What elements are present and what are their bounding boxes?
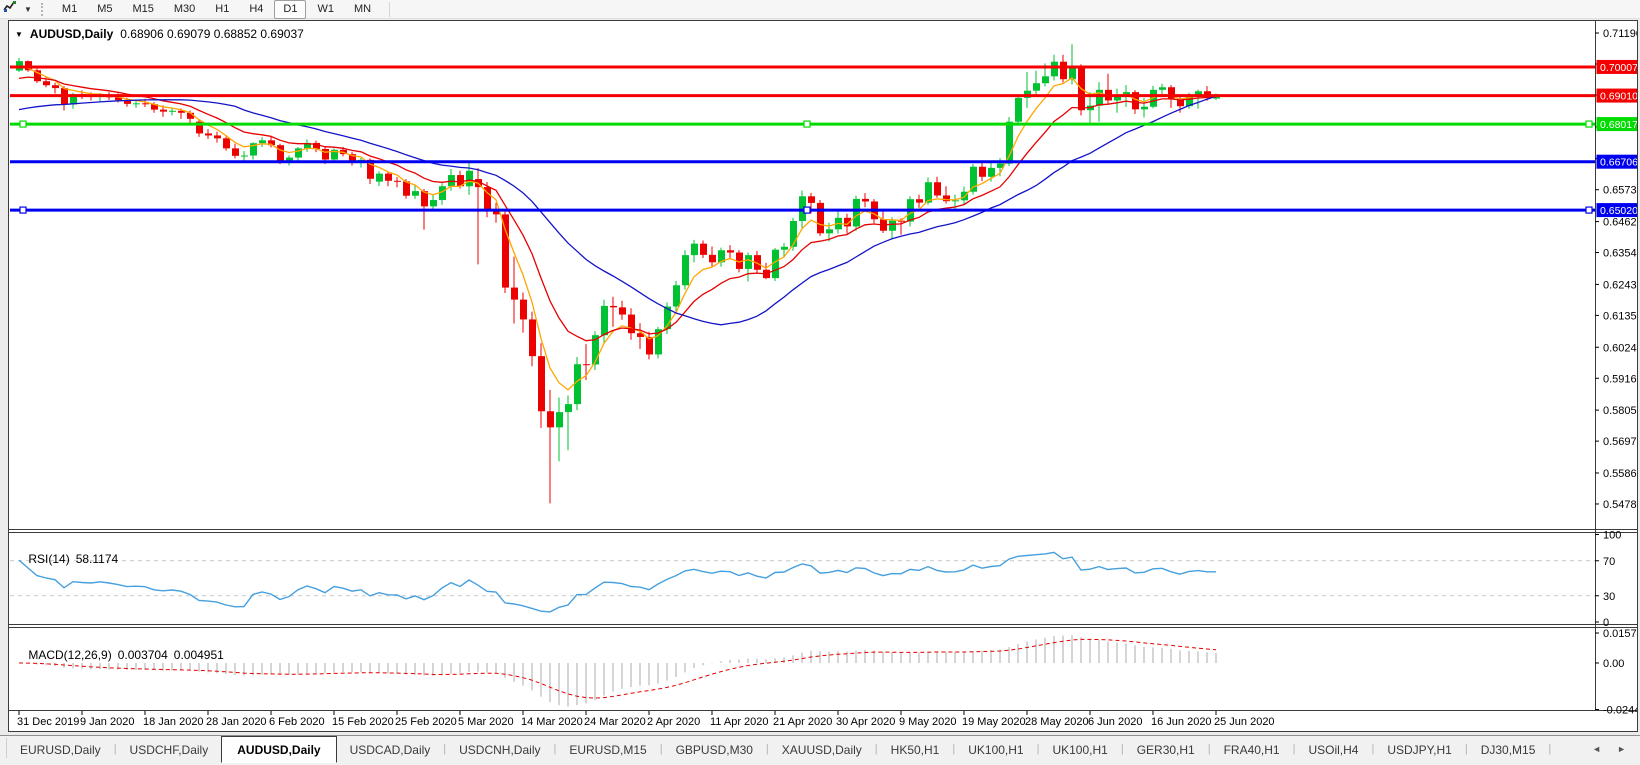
price-tick-label: 0.55860 <box>1603 468 1637 480</box>
rsi-tick-label: 30 <box>1603 591 1615 603</box>
price-badge-text: 0.69010 <box>1600 91 1637 103</box>
date-label: 5 Mar 2020 <box>458 716 514 728</box>
rsi-line <box>18 551 1216 613</box>
date-label: 6 Feb 2020 <box>269 716 325 728</box>
tab-scroll-right-icon[interactable]: ► <box>1617 744 1626 754</box>
hline-handle[interactable] <box>19 120 27 128</box>
price-badge-0.66706: 0.66706 <box>1596 154 1640 169</box>
price-badge-0.69010: 0.69010 <box>1596 88 1640 103</box>
macd-tick-label: 0.00 <box>1603 658 1624 670</box>
timeframe-button-m30[interactable]: M30 <box>165 0 204 19</box>
date-label: 28 May 2020 <box>1025 716 1089 728</box>
chart-tab[interactable]: GER30,H1 <box>1124 740 1208 760</box>
price-tick-label: 0.62430 <box>1603 279 1637 291</box>
chart-tab-bar: EURUSD,Daily | USDCHF,Daily AUDUSD,Daily USD… <box>0 735 1640 765</box>
chart-cursor-icon[interactable] <box>3 0 18 19</box>
timeframe-button-mn[interactable]: MN <box>345 0 380 19</box>
price-tick-label: 0.59160 <box>1603 373 1637 385</box>
date-label: 9 Jan 2020 <box>80 716 134 728</box>
chart-tab[interactable]: USDCAD,Daily <box>337 740 444 760</box>
date-label: 9 May 2020 <box>899 716 956 728</box>
macd-tick-label: -0.024412 <box>1603 705 1637 717</box>
date-label: 16 Jun 2020 <box>1151 716 1212 728</box>
date-label: 19 May 2020 <box>962 716 1026 728</box>
price-badge-text: 0.66706 <box>1600 157 1637 169</box>
rsi-tick-label: 100 <box>1603 530 1621 542</box>
chart-tab[interactable]: EURUSD,M15 <box>556 740 659 760</box>
toolbar-grip <box>40 2 45 16</box>
timeframe-button-d1[interactable]: D1 <box>274 0 307 19</box>
hline-handle[interactable] <box>1585 120 1593 128</box>
rsi-tick-label: 70 <box>1603 556 1615 568</box>
date-label: 30 Apr 2020 <box>836 716 895 728</box>
toolbar-separator <box>389 1 391 17</box>
hline-handle[interactable] <box>803 120 811 128</box>
chart-tab[interactable]: USOil,H4 <box>1295 740 1371 760</box>
timeframe-button-h1[interactable]: H1 <box>206 0 238 19</box>
price-tick-label: 0.64620 <box>1603 217 1637 229</box>
date-label: 28 Jan 2020 <box>206 716 267 728</box>
chart-tab[interactable]: FRA40,H1 <box>1211 740 1293 760</box>
price-badge-text: 0.65020 <box>1600 205 1637 217</box>
timeframe-buttons: M1 M5 M15 M30 H1 H4 D1 W1 MN <box>53 0 380 19</box>
date-label: 24 Mar 2020 <box>584 716 646 728</box>
chart-tab[interactable]: UK100,H1 <box>1039 740 1120 760</box>
top-toolbar: ▼ M1 M5 M15 M30 H1 H4 D1 W1 MN <box>0 0 1640 19</box>
date-label: 2 Apr 2020 <box>647 716 700 728</box>
hline-handle[interactable] <box>1585 206 1593 214</box>
price-tick-label: 0.63540 <box>1603 248 1637 260</box>
chart-canvas[interactable]: 0.711900.701100.690300.679200.668100.657… <box>9 21 1640 731</box>
timeframe-button-m15[interactable]: M15 <box>123 0 162 19</box>
timeframe-button-m1[interactable]: M1 <box>53 0 86 19</box>
price-axis[interactable]: 0.711900.701100.690300.679200.668100.657… <box>1595 28 1640 717</box>
date-label: 14 Mar 2020 <box>521 716 583 728</box>
chart-tab[interactable]: EURUSD,Daily <box>7 740 114 760</box>
chart-tab[interactable]: DJ30,M15 <box>1468 740 1549 760</box>
price-tick-label: 0.54780 <box>1603 499 1637 511</box>
date-label: 21 Apr 2020 <box>773 716 832 728</box>
timeframe-button-w1[interactable]: W1 <box>308 0 343 19</box>
price-tick-label: 0.56970 <box>1603 436 1637 448</box>
chart-tab[interactable]: USDCNH,Daily <box>446 740 553 760</box>
chart-tab[interactable]: USDCHF,Daily <box>117 740 222 760</box>
timeframe-button-m5[interactable]: M5 <box>88 0 121 19</box>
hline-handle[interactable] <box>803 206 811 214</box>
tab-divider: | <box>1548 743 1552 755</box>
date-label: 25 Jun 2020 <box>1214 716 1275 728</box>
date-label: 31 Dec 2019 <box>17 716 79 728</box>
date-label: 25 Feb 2020 <box>395 716 457 728</box>
chart-tab[interactable]: USDJPY,H1 <box>1374 740 1464 760</box>
price-badge-text: 0.68017 <box>1600 119 1637 131</box>
caret-down-icon[interactable]: ▼ <box>22 5 34 14</box>
date-label: 15 Feb 2020 <box>332 716 394 728</box>
date-label: 6 Jun 2020 <box>1088 716 1142 728</box>
hline-handle[interactable] <box>19 206 27 214</box>
macd-tick-label: 0.015741 <box>1603 628 1637 640</box>
tab-bar-grip <box>0 738 7 758</box>
date-label: 18 Jan 2020 <box>143 716 204 728</box>
chart-tab[interactable]: HK50,H1 <box>878 740 953 760</box>
chart-tab-active[interactable]: AUDUSD,Daily <box>221 736 337 763</box>
tab-list: EURUSD,Daily | USDCHF,Daily AUDUSD,Daily USD… <box>7 736 1551 763</box>
price-badge-0.68017: 0.68017 <box>1596 117 1640 132</box>
price-tick-label: 0.60240 <box>1603 342 1637 354</box>
candlestick-series <box>16 44 1220 504</box>
chart-tab[interactable]: GBPUSD,M30 <box>663 740 766 760</box>
price-tick-label: 0.58050 <box>1603 405 1637 417</box>
chart-tab[interactable]: XAUUSD,Daily <box>769 740 875 760</box>
date-label: 11 Apr 2020 <box>710 716 769 728</box>
price-tick-label: 0.65730 <box>1603 185 1637 197</box>
chart-window[interactable]: 0.711900.701100.690300.679200.668100.657… <box>8 20 1640 732</box>
chart-tab[interactable]: UK100,H1 <box>955 740 1036 760</box>
price-tick-label: 0.71190 <box>1603 28 1637 40</box>
price-badge-0.70007: 0.70007 <box>1596 59 1640 74</box>
time-axis[interactable]: 31 Dec 2019 9 Jan 2020 18 Jan 2020 28 Jan 2… <box>17 711 1275 728</box>
timeframe-button-h4[interactable]: H4 <box>240 0 272 19</box>
price-badge-text: 0.70007 <box>1600 62 1637 74</box>
price-badge-0.65020: 0.65020 <box>1596 203 1640 218</box>
moving-average-ema5 <box>18 66 1217 391</box>
tab-scroll-left-icon[interactable]: ◄ <box>1592 744 1601 754</box>
price-tick-label: 0.61350 <box>1603 310 1637 322</box>
